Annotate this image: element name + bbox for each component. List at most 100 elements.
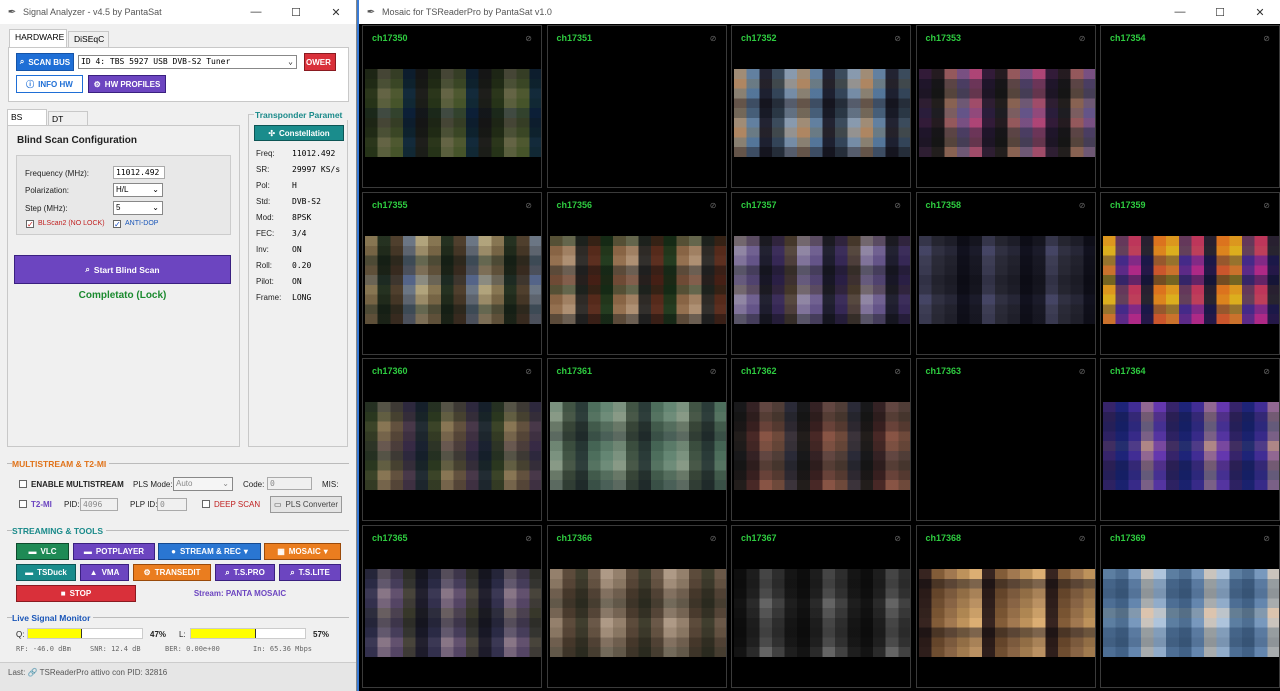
code-input[interactable]: 0	[267, 477, 312, 490]
audio-icon[interactable]: ⊘	[894, 367, 901, 376]
mosaic-tile[interactable]: ch17359 ⊘	[1100, 191, 1280, 355]
mosaic-tile[interactable]: ch17354 ⊘	[1100, 25, 1280, 188]
tab-diseqc[interactable]: DiSEqC	[68, 31, 109, 48]
param-label: Frame:	[256, 293, 282, 302]
video-thumbnail	[365, 235, 541, 324]
channel-label: ch17360	[372, 366, 408, 376]
mosaic-tile[interactable]: ch17366 ⊘	[546, 524, 727, 688]
stop-button[interactable]: ■ STOP	[16, 585, 136, 602]
mosaic-tile[interactable]: ch17369 ⊘	[1100, 524, 1280, 688]
channel-label: ch17356	[556, 199, 593, 210]
scan-bus-button[interactable]: ⌕ SCAN BUS	[16, 53, 74, 71]
audio-icon[interactable]: ⊘	[1263, 34, 1270, 43]
step-select[interactable]: 5 ⌄	[113, 201, 163, 215]
power-button[interactable]: OWER	[304, 53, 336, 71]
title-bar[interactable]: ✒ Signal Analyzer - v4.5 by PantaSat — ☐…	[0, 0, 356, 24]
audio-icon[interactable]: ⊘	[525, 201, 532, 210]
close-icon[interactable]: ✕	[1240, 0, 1280, 24]
audio-icon[interactable]: ⊘	[1263, 201, 1270, 210]
audio-icon[interactable]: ⊘	[1079, 34, 1086, 43]
audio-icon[interactable]: ⊘	[1079, 534, 1086, 543]
param-value: LONG	[292, 293, 312, 302]
tslite-button[interactable]: ⌕ T.S.LITE	[279, 564, 341, 581]
audio-icon[interactable]: ⊘	[894, 534, 901, 543]
chart-icon: ▲	[89, 568, 98, 577]
mosaic-tile[interactable]: ch17352 ⊘	[731, 25, 911, 188]
vma-button[interactable]: ▲ VMA	[80, 564, 129, 581]
audio-icon[interactable]: ⊘	[1263, 367, 1270, 376]
channel-label: ch17357	[741, 199, 777, 210]
close-icon[interactable]: ✕	[316, 0, 356, 24]
mosaic-button[interactable]: ▦ MOSAIC ▾	[264, 543, 341, 560]
mosaic-title-bar[interactable]: ✒ Mosaic for TSReaderPro by PantaSat v1.…	[359, 0, 1280, 24]
potplayer-button[interactable]: ▬ POTPLAYER	[73, 543, 155, 560]
info-hw-button[interactable]: ⓘ INFO HW	[16, 75, 83, 93]
constellation-button[interactable]: ✣ Constellation	[254, 125, 344, 141]
anti-dop-checkbox[interactable]: ✓	[113, 220, 121, 229]
video-thumbnail	[365, 568, 541, 657]
audio-icon[interactable]: ⊘	[710, 534, 717, 543]
channel-label: ch17351	[556, 33, 593, 43]
audio-icon[interactable]: ⊘	[525, 534, 532, 543]
minimize-icon[interactable]: —	[236, 0, 276, 24]
converter-icon: ▭	[273, 500, 282, 509]
mosaic-tile[interactable]: ch17350 ⊘	[362, 25, 542, 188]
pid-input[interactable]: 4096	[80, 498, 118, 511]
chevron-down-icon: ⌄	[152, 185, 159, 194]
stream-rec-button[interactable]: ● STREAM & REC ▾	[158, 543, 261, 560]
channel-label: ch17353	[925, 33, 962, 43]
mosaic-tile[interactable]: ch17364 ⊘	[1100, 358, 1280, 521]
mosaic-tile[interactable]: ch17368 ⊘	[915, 524, 1096, 688]
input-rate-readout: In: 65.36 Mbps	[253, 645, 313, 653]
t2mi-checkbox[interactable]	[19, 500, 27, 508]
param-value: 29997 KS/s	[292, 165, 341, 174]
hw-profiles-button[interactable]: ⚙ HW PROFILES	[88, 75, 166, 93]
mosaic-tile[interactable]: ch17356 ⊘	[546, 191, 727, 355]
mosaic-tile[interactable]: ch17351 ⊘	[546, 25, 727, 188]
mosaic-tile[interactable]: ch17365 ⊘	[362, 524, 542, 688]
vlc-button[interactable]: ▬ VLC	[16, 543, 69, 560]
audio-icon[interactable]: ⊘	[710, 367, 717, 376]
channel-label: ch17352	[741, 33, 777, 43]
tab-bs-mode[interactable]: BS Mode	[7, 109, 47, 137]
step-label: Step (MHz):	[25, 204, 68, 213]
mosaic-tile[interactable]: ch17360 ⊘	[362, 358, 542, 521]
enable-multistream-checkbox[interactable]	[19, 480, 27, 488]
tsduck-button[interactable]: ▬ TSDuck	[16, 564, 76, 581]
audio-icon[interactable]: ⊘	[710, 201, 717, 210]
channel-label: ch17358	[925, 199, 962, 210]
audio-icon[interactable]: ⊘	[1079, 201, 1086, 210]
plp-id-input[interactable]: 0	[157, 498, 187, 511]
start-blind-scan-button[interactable]: ⌕ Start Blind Scan	[14, 255, 231, 284]
mosaic-tile[interactable]: ch17361 ⊘	[546, 358, 727, 521]
mosaic-tile[interactable]: ch17355 ⊘	[362, 191, 542, 355]
tuner-select[interactable]: ID 4: TBS 5927 USB DVB-S2 Tuner ⌄	[78, 55, 297, 69]
transedit-button[interactable]: ⚙ TRANSEDIT	[133, 564, 211, 581]
mosaic-tile[interactable]: ch17362 ⊘	[731, 358, 911, 521]
maximize-icon[interactable]: ☐	[276, 0, 316, 24]
maximize-icon[interactable]: ☐	[1200, 0, 1240, 24]
audio-icon[interactable]: ⊘	[894, 34, 901, 43]
minimize-icon[interactable]: —	[1160, 0, 1200, 24]
frequency-input[interactable]: 11012.492	[113, 166, 165, 179]
audio-icon[interactable]: ⊘	[1079, 367, 1086, 376]
tab-hardware[interactable]: HARDWARE	[9, 29, 67, 48]
tspro-button[interactable]: ⌕ T.S.PRO	[215, 564, 275, 581]
mosaic-tile[interactable]: ch17363 ⊘	[915, 358, 1096, 521]
video-thumbnail	[550, 69, 726, 157]
audio-icon[interactable]: ⊘	[710, 34, 717, 43]
mosaic-tile[interactable]: ch17358 ⊘	[915, 191, 1096, 355]
polarization-select[interactable]: H/L ⌄	[113, 183, 163, 197]
mosaic-tile[interactable]: ch17367 ⊘	[731, 524, 911, 688]
pls-converter-button[interactable]: ▭ PLS Converter	[270, 496, 342, 513]
audio-icon[interactable]: ⊘	[1263, 534, 1270, 543]
audio-icon[interactable]: ⊘	[525, 34, 532, 43]
mosaic-tile[interactable]: ch17353 ⊘	[915, 25, 1096, 188]
pls-mode-select[interactable]: Auto ⌄	[173, 477, 233, 491]
deep-scan-checkbox[interactable]	[202, 500, 210, 508]
audio-icon[interactable]: ⊘	[525, 367, 532, 376]
transponder-title: Transponder Paramet	[254, 110, 348, 120]
mosaic-tile[interactable]: ch17357 ⊘	[731, 191, 911, 355]
blscan2-checkbox[interactable]: ✓	[26, 220, 34, 229]
audio-icon[interactable]: ⊘	[894, 201, 901, 210]
